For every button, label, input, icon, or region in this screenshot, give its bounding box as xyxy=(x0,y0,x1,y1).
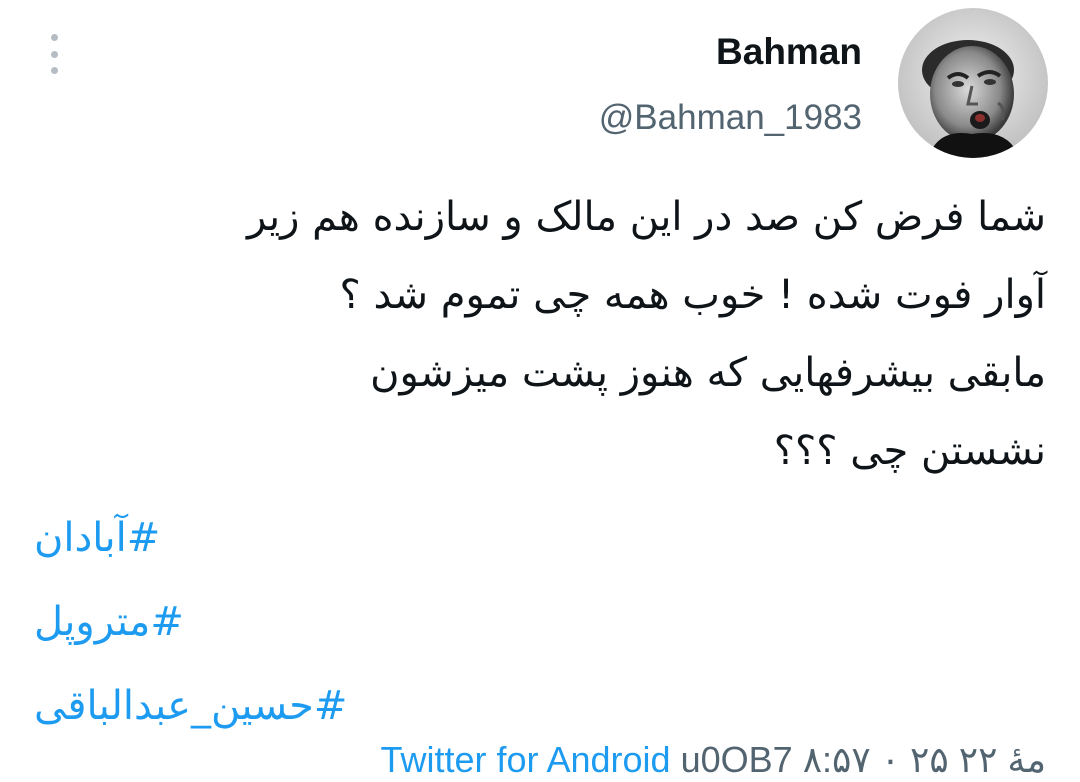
tweet-timestamp[interactable]: ۸:۵۷ ۰ ۲۵ مۀ ۲۲ xyxy=(803,739,1046,780)
more-options-icon[interactable] xyxy=(44,34,64,74)
tweet-line: مابقی بیشرفهایی که هنوز پشت میزشون xyxy=(370,350,1046,396)
tweet-meta: Twitter for Android u0OB7 ۸:۵۷ ۰ ۲۵ مۀ ۲… xyxy=(380,738,1046,782)
hashtag-link-abadan[interactable]: آبادان# xyxy=(34,496,347,580)
tweet-line: نشستن چی ؟؟؟ xyxy=(773,428,1046,474)
hashtag-list: آبادان# متروپل# حسین_عبدالباقی# xyxy=(34,496,347,748)
more-dot xyxy=(50,67,58,74)
hashtag-link-metropol[interactable]: متروپل# xyxy=(34,580,347,664)
hashtag-link-hossein-abdolbaghi[interactable]: حسین_عبدالباقی# xyxy=(34,664,347,748)
author-display-name[interactable]: Bahman xyxy=(599,30,862,74)
author-handle[interactable]: @Bahman_1983 xyxy=(599,96,862,140)
more-dot xyxy=(50,50,58,58)
avatar[interactable] xyxy=(898,8,1048,158)
author-header: Bahman @Bahman_1983 xyxy=(599,30,862,140)
tweet-source-link[interactable]: Twitter for Android xyxy=(380,739,670,780)
tweet-meta-extra: u0OB7 xyxy=(680,739,793,780)
tweet-text: شما فرض کن صد در این مالک و سازنده هم زی… xyxy=(36,178,1046,490)
more-dot xyxy=(50,34,58,41)
tweet-line: آوار فوت شده ! خوب همه چی تموم شد ؟ xyxy=(339,272,1046,318)
tweet-line: شما فرض کن صد در این مالک و سازنده هم زی… xyxy=(246,194,1046,240)
avatar-photo-icon xyxy=(898,8,1048,158)
